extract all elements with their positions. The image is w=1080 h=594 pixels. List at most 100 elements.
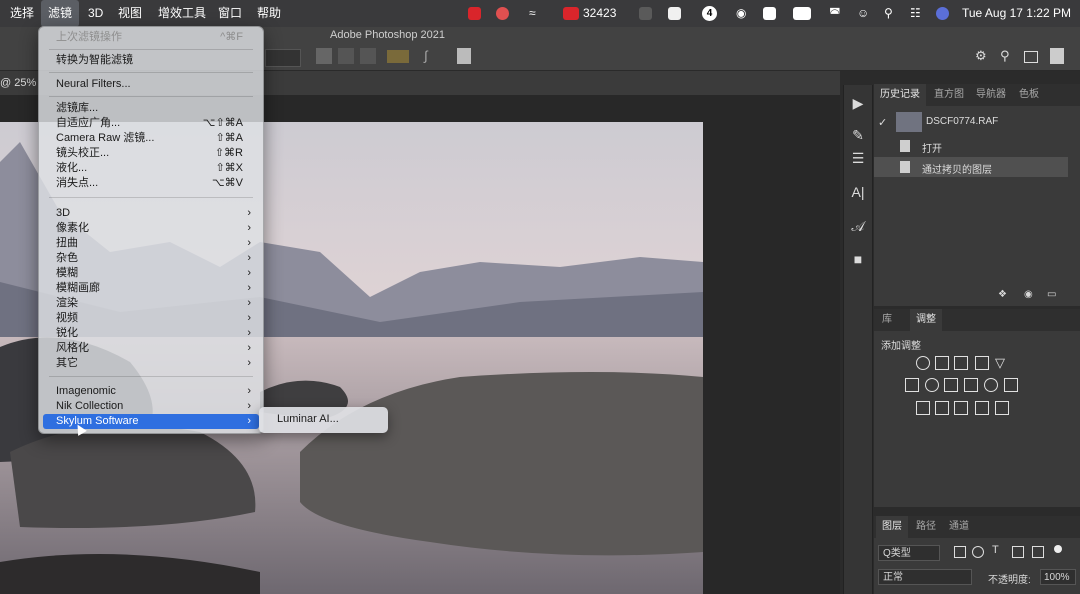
- tab-adjustments[interactable]: 调整: [910, 309, 942, 331]
- menu-submenu-sharpen[interactable]: 锐化 ›: [39, 326, 263, 341]
- menu-submenu-3d[interactable]: 3D ›: [39, 206, 263, 221]
- menu-submenu-noise[interactable]: 杂色 ›: [39, 251, 263, 266]
- trash-icon[interactable]: ▭: [1047, 289, 1056, 300]
- wireless-icon[interactable]: ≈: [529, 0, 536, 27]
- history-snapshot[interactable]: ✓ DSCF0774.RAF: [874, 112, 1068, 134]
- gradient-map-icon[interactable]: [995, 401, 1009, 415]
- control-center-icon[interactable]: ☷: [910, 0, 921, 27]
- menu-item-smart-filter[interactable]: 转换为智能滤镜: [39, 53, 263, 68]
- menu-item-lens-correction[interactable]: 镜头校正... ⇧⌘R: [39, 146, 263, 161]
- siri-icon[interactable]: [936, 7, 949, 20]
- character-icon[interactable]: A|: [847, 181, 869, 203]
- invert-icon[interactable]: [916, 401, 930, 415]
- menu-submenu-distort[interactable]: 扭曲 ›: [39, 236, 263, 251]
- tab-channels[interactable]: 通道: [943, 516, 975, 538]
- record-icon[interactable]: [496, 7, 509, 20]
- vibrance-icon[interactable]: ▽: [995, 356, 1009, 370]
- menu-item-adaptive-wide-angle[interactable]: 自适应广角... ⌥⇧⌘A: [39, 116, 263, 131]
- wifi-icon[interactable]: ◚: [829, 0, 841, 27]
- menu-filter[interactable]: 滤镜: [41, 0, 80, 27]
- filter-adjustment-icon[interactable]: [972, 546, 984, 558]
- panels-icon[interactable]: [457, 48, 471, 64]
- menu-help[interactable]: 帮助: [250, 0, 288, 27]
- menu-item-camera-raw[interactable]: Camera Raw 滤镜... ⇧⌘A: [39, 131, 263, 146]
- warp-text-icon[interactable]: ∫: [424, 48, 438, 64]
- menu-select[interactable]: 选择: [3, 0, 41, 27]
- search-icon[interactable]: ⚲: [884, 0, 893, 27]
- color-swatch[interactable]: [387, 50, 409, 63]
- option-dropdown[interactable]: [265, 49, 301, 67]
- brush-icon[interactable]: ✎: [847, 124, 869, 146]
- menu-submenu-nik-collection[interactable]: Nik Collection ›: [39, 399, 263, 414]
- color-balance-icon[interactable]: [925, 378, 939, 392]
- brush-source-icon[interactable]: ✓: [878, 116, 887, 129]
- menu-submenu-render[interactable]: 渲染 ›: [39, 296, 263, 311]
- black-white-icon[interactable]: [944, 378, 958, 392]
- filter-toggle-icon[interactable]: [1054, 545, 1062, 553]
- menu-submenu-pixelate[interactable]: 像素化 ›: [39, 221, 263, 236]
- menu-plugins[interactable]: 增效工具: [151, 0, 213, 27]
- blend-mode-select[interactable]: 正常: [878, 569, 972, 585]
- search-tool-icon[interactable]: ⚲: [1000, 48, 1010, 64]
- photo-filter-icon[interactable]: [964, 378, 978, 392]
- align-left-icon[interactable]: [316, 48, 332, 64]
- menu-3d[interactable]: 3D: [81, 0, 110, 27]
- badge-icon[interactable]: 4: [702, 6, 717, 21]
- menu-item-neural-filters[interactable]: Neural Filters...: [39, 77, 263, 92]
- play-action-icon[interactable]: ▶: [847, 92, 869, 114]
- flag-icon[interactable]: [763, 7, 776, 20]
- menu-submenu-blur-gallery[interactable]: 模糊画廊 ›: [39, 281, 263, 296]
- history-step-active[interactable]: 通过拷贝的图层: [874, 157, 1068, 177]
- glyphs-icon[interactable]: 𝒜: [847, 215, 869, 237]
- menu-submenu-imagenomic[interactable]: Imagenomic ›: [39, 384, 263, 399]
- channel-mixer-icon[interactable]: [984, 378, 998, 392]
- document-tab[interactable]: @ 25%: [0, 77, 36, 89]
- menu-submenu-video[interactable]: 视频 ›: [39, 311, 263, 326]
- message-icon[interactable]: [668, 7, 681, 20]
- selective-color-icon[interactable]: [975, 401, 989, 415]
- tab-history[interactable]: 历史记录: [874, 84, 926, 106]
- menu-item-liquify[interactable]: 液化... ⇧⌘X: [39, 161, 263, 176]
- align-right-icon[interactable]: [360, 48, 376, 64]
- align-center-icon[interactable]: [338, 48, 354, 64]
- plugin-icon[interactable]: ■: [847, 248, 869, 270]
- tab-histogram[interactable]: 直方图: [928, 84, 970, 106]
- tab-paths[interactable]: 路径: [910, 516, 942, 538]
- color-lookup-icon[interactable]: [1004, 378, 1018, 392]
- menu-submenu-blur[interactable]: 模糊 ›: [39, 266, 263, 281]
- opacity-field[interactable]: 100%: [1040, 569, 1076, 585]
- tab-swatches[interactable]: 色板: [1013, 84, 1045, 106]
- counter-icon[interactable]: [563, 7, 579, 20]
- app-status-icon[interactable]: [468, 7, 481, 20]
- new-document-from-state-icon[interactable]: ❖: [998, 289, 1007, 300]
- export-icon[interactable]: [1050, 48, 1064, 64]
- tab-navigator[interactable]: 导航器: [970, 84, 1012, 106]
- menu-submenu-other[interactable]: 其它 ›: [39, 356, 263, 371]
- menu-item-luminar-ai[interactable]: Luminar AI...: [277, 413, 339, 425]
- camera-icon[interactable]: ◉: [1024, 289, 1033, 300]
- brightness-icon[interactable]: [916, 356, 930, 370]
- menu-submenu-stylize[interactable]: 风格化 ›: [39, 341, 263, 356]
- threshold-icon[interactable]: [954, 401, 968, 415]
- levels-icon[interactable]: [935, 356, 949, 370]
- posterize-icon[interactable]: [935, 401, 949, 415]
- adjustments-icon[interactable]: ☰: [847, 147, 869, 169]
- share-icon[interactable]: ⚙: [975, 48, 987, 64]
- menu-window[interactable]: 窗口: [211, 0, 249, 27]
- menu-item-vanishing-point[interactable]: 消失点... ⌥⌘V: [39, 176, 263, 191]
- hue-saturation-icon[interactable]: [905, 378, 919, 392]
- tab-libraries[interactable]: 库: [876, 309, 898, 331]
- workspace-icon[interactable]: [1024, 51, 1038, 63]
- filter-type-icon[interactable]: T: [992, 544, 999, 556]
- keyboard-icon[interactable]: [793, 7, 811, 20]
- layer-filter-select[interactable]: Q类型: [878, 545, 940, 561]
- play-status-icon[interactable]: ◉: [736, 0, 746, 27]
- counter-value[interactable]: 32423: [583, 0, 616, 27]
- history-step[interactable]: 打开: [874, 136, 1068, 156]
- menu-item-filter-gallery[interactable]: 滤镜库...: [39, 101, 263, 116]
- menu-view[interactable]: 视图: [111, 0, 149, 27]
- exposure-icon[interactable]: [975, 356, 989, 370]
- filter-smart-object-icon[interactable]: [1032, 546, 1044, 558]
- tab-layers[interactable]: 图层: [876, 516, 908, 538]
- curves-icon[interactable]: [954, 356, 968, 370]
